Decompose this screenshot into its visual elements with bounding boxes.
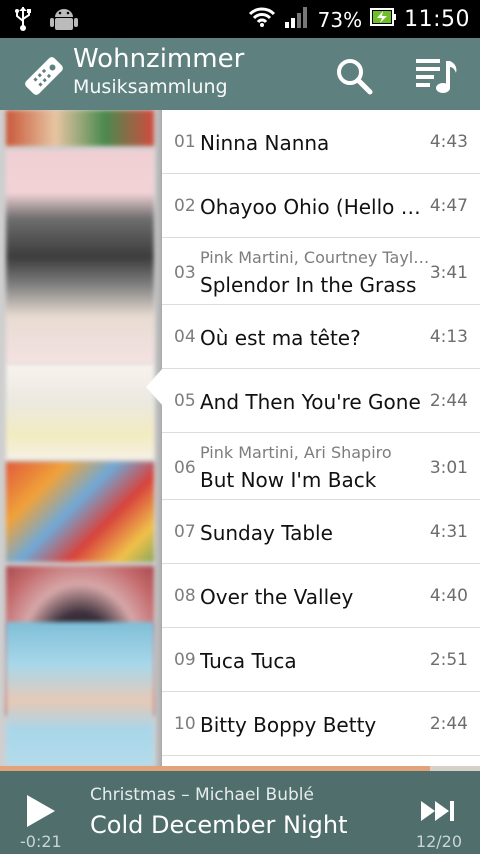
track-number: 05: [174, 391, 196, 411]
track-number: 06: [174, 458, 196, 478]
track-row[interactable]: 05 And Then You're Gone 2:44: [162, 369, 480, 433]
now-playing-bar[interactable]: -0:21 Christmas – Michael Bublé Cold Dec…: [0, 771, 480, 854]
track-title: Ohayoo Ohio (Hello Oh…: [200, 195, 432, 219]
track-duration: 2:44: [429, 391, 468, 411]
track-title: Où est ma tête?: [200, 326, 361, 350]
track-number: 10: [174, 714, 196, 734]
track-number: 04: [174, 327, 196, 347]
track-title: Sunday Table: [200, 521, 333, 545]
now-playing-album-artist: Christmas – Michael Bublé: [90, 785, 314, 805]
queue-music-icon[interactable]: [414, 55, 460, 97]
track-duration: 4:40: [429, 586, 468, 606]
queue-position: 12/20: [415, 832, 462, 851]
signal-icon: [284, 6, 310, 33]
track-list[interactable]: 01 Ninna Nanna 4:43 02 Ohayoo Ohio (Hell…: [162, 110, 480, 766]
album-cover[interactable]: [6, 462, 154, 562]
track-duration: 2:51: [429, 650, 468, 670]
track-row[interactable]: 09 Tuca Tuca 2:51: [162, 628, 480, 692]
track-title: Over the Valley: [200, 585, 354, 609]
track-number: 07: [174, 522, 196, 542]
track-title: Tuca Tuca: [200, 649, 297, 673]
album-cover[interactable]: [6, 150, 154, 364]
library-subtitle: Musiksammlung: [73, 76, 228, 98]
track-number: 01: [174, 132, 196, 152]
track-duration: 4:47: [429, 196, 468, 216]
track-number: 09: [174, 650, 196, 670]
track-title: Ninna Nanna: [200, 131, 330, 155]
track-duration: 2:44: [429, 714, 468, 734]
status-bar: 73% 11:50: [0, 0, 480, 38]
battery-percent: 73%: [317, 7, 363, 32]
album-cover[interactable]: [6, 622, 154, 766]
now-playing-title: Cold December Night: [90, 811, 348, 839]
track-number: 02: [174, 196, 196, 216]
zone-title: Wohnzimmer: [73, 44, 245, 74]
selection-pointer: [146, 368, 163, 406]
remote-control-icon[interactable]: [22, 54, 66, 98]
track-duration: 4:43: [429, 132, 468, 152]
album-cover-strip[interactable]: [0, 110, 162, 766]
album-cover[interactable]: [6, 110, 154, 146]
track-number: 08: [174, 586, 196, 606]
track-title: But Now I'm Back: [200, 468, 377, 492]
track-row[interactable]: 10 Bitty Boppy Betty 2:44: [162, 692, 480, 756]
search-icon[interactable]: [334, 56, 374, 96]
action-bar: Wohnzimmer Musiksammlung: [0, 38, 480, 110]
track-title: And Then You're Gone: [200, 390, 421, 414]
elapsed-time: -0:21: [20, 832, 62, 851]
track-title: Splendor In the Grass: [200, 273, 417, 297]
track-row[interactable]: 04 Où est ma tête? 4:13: [162, 305, 480, 369]
album-cover[interactable]: [6, 364, 154, 460]
track-row[interactable]: Pink Martini, Courtney Tayl… 03 Splendor…: [162, 238, 480, 305]
android-debug-icon: [50, 6, 78, 36]
clock: 11:50: [404, 7, 470, 32]
battery-charging-icon: [370, 7, 397, 32]
track-duration: 3:01: [429, 458, 468, 478]
play-icon[interactable]: [24, 793, 58, 829]
track-row[interactable]: Pink Martini, Ari Shapiro 06 But Now I'm…: [162, 433, 480, 500]
usb-icon: [14, 6, 32, 36]
track-row[interactable]: 07 Sunday Table 4:31: [162, 500, 480, 564]
skip-next-icon[interactable]: [420, 799, 456, 823]
track-duration: 3:41: [429, 263, 468, 283]
track-duration: 4:13: [429, 327, 468, 347]
track-artist: Pink Martini, Courtney Tayl…: [200, 248, 430, 267]
track-title: Bitty Boppy Betty: [200, 713, 377, 737]
track-artist: Pink Martini, Ari Shapiro: [200, 443, 392, 462]
track-number: 03: [174, 263, 196, 283]
track-row[interactable]: 08 Over the Valley 4:40: [162, 564, 480, 628]
header-titles[interactable]: Wohnzimmer Musiksammlung: [73, 43, 244, 99]
track-duration: 4:31: [429, 522, 468, 542]
track-row[interactable]: 02 Ohayoo Ohio (Hello Oh… 4:47: [162, 174, 480, 238]
track-row[interactable]: 01 Ninna Nanna 4:43: [162, 110, 480, 174]
wifi-icon: [248, 6, 276, 33]
